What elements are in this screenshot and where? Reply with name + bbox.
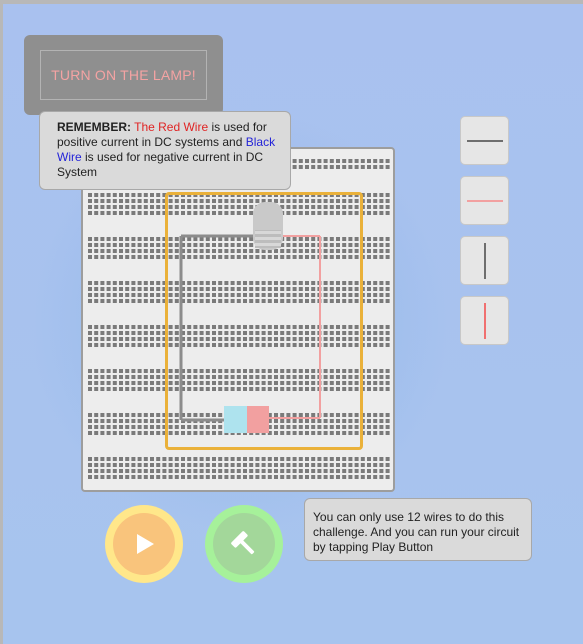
play-icon bbox=[137, 534, 154, 554]
remember-text-negative: is used for negative current in DC Syste… bbox=[57, 150, 264, 179]
remember-note: REMEMBER: The Red Wire is used for posit… bbox=[39, 111, 291, 190]
vertical-black-wire-icon bbox=[483, 242, 486, 279]
wire-limit-note: You can only use 12 wires to do this cha… bbox=[304, 498, 532, 561]
horizontal-red-wire-icon bbox=[466, 199, 503, 202]
tool-vertical-black-wire[interactable] bbox=[460, 236, 509, 285]
tool-horizontal-red-wire[interactable] bbox=[460, 176, 509, 225]
battery-icon[interactable] bbox=[224, 406, 269, 433]
horizontal-black-wire-icon bbox=[466, 139, 503, 142]
tool-vertical-red-wire[interactable] bbox=[460, 296, 509, 345]
red-wire-term: The Red Wire bbox=[134, 120, 209, 134]
vertical-red-wire-icon bbox=[483, 302, 486, 339]
build-button[interactable] bbox=[205, 505, 283, 583]
tool-horizontal-black-wire[interactable] bbox=[460, 116, 509, 165]
hammer-icon bbox=[231, 531, 255, 555]
play-button[interactable] bbox=[105, 505, 183, 583]
remember-label: REMEMBER: bbox=[57, 120, 131, 134]
lamp-icon[interactable] bbox=[253, 202, 283, 250]
